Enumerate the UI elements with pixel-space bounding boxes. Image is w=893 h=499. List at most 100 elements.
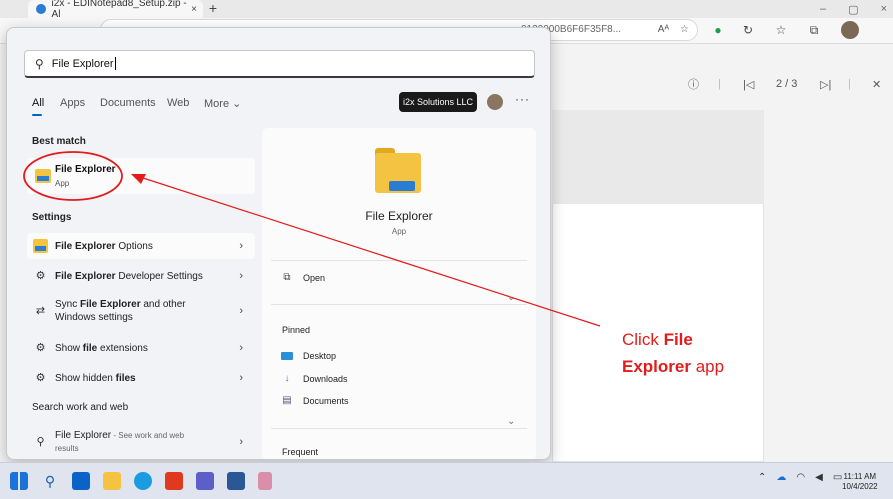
page-indicator: 2 / 3 — [776, 78, 798, 90]
new-tab-button[interactable]: + — [205, 0, 221, 18]
system-tray: ⌃ ☁ ◠ ◀ ▭ — [758, 472, 842, 483]
setting-label-line2: Windows settings — [55, 312, 133, 323]
edge-icon[interactable] — [134, 472, 152, 490]
setting-show-hidden-files[interactable]: ⚙ Show hidden files › — [27, 365, 255, 391]
annotation-callout: Click File Explorer app — [622, 326, 724, 380]
best-match-subtitle: App — [55, 179, 70, 188]
more-options-icon[interactable]: ··· — [515, 92, 530, 106]
display-icon[interactable]: ▭ — [833, 472, 842, 483]
minimize-icon[interactable]: – — [820, 3, 826, 15]
favorites-icon[interactable]: ☆ — [773, 22, 789, 38]
search-input[interactable]: ⚲ File Explorer — [24, 50, 535, 78]
text-caret — [114, 57, 116, 70]
chevron-right-icon: › — [239, 240, 243, 252]
setting-label-rest: Developer Settings — [115, 270, 203, 282]
close-window-icon[interactable]: × — [881, 3, 887, 15]
sliders-icon: ⚙ — [35, 372, 46, 384]
taskbar-file-explorer-icon[interactable] — [103, 472, 121, 490]
taskbar-clock[interactable]: 11:11 AM 10/4/2022 — [842, 472, 878, 492]
expand-chevron-icon[interactable]: ⌄ — [507, 292, 515, 303]
profile-avatar[interactable] — [841, 21, 859, 39]
teams-icon[interactable] — [196, 472, 214, 490]
read-aloud-icon[interactable]: Aᴬ — [658, 20, 669, 40]
last-page-icon[interactable]: ▷| — [820, 78, 831, 91]
pinned-desktop-label: Desktop — [303, 351, 337, 361]
setting-file-explorer-options[interactable]: File Explorer Options › — [27, 233, 255, 259]
chevron-up-icon[interactable]: ⌃ — [758, 472, 766, 483]
web-result-file-explorer[interactable]: ⚲ File Explorer - See work and web result… — [27, 426, 255, 458]
setting-label-bold: File Explorer — [55, 240, 116, 252]
start-menu: ⚲ File Explorer All Apps Documents Web M… — [6, 27, 551, 460]
office-icon[interactable] — [165, 472, 183, 490]
setting-label-rest: Options — [115, 240, 153, 252]
close-pdf-icon[interactable]: ✕ — [872, 78, 881, 91]
settings-heading: Settings — [32, 212, 72, 223]
user-avatar[interactable] — [487, 94, 503, 110]
pinned-downloads-label: Downloads — [303, 374, 348, 384]
frequent-heading: Frequent — [282, 447, 319, 457]
clock-date: 10/4/2022 — [842, 482, 878, 491]
expand-chevron-icon[interactable]: ⌄ — [507, 416, 515, 427]
pdf-divider-2: | — [848, 78, 851, 90]
folder-icon — [35, 169, 51, 183]
pinned-documents[interactable]: ▤ Documents — [281, 396, 349, 407]
search-web-heading: Search work and web — [32, 402, 129, 413]
preview-divider-3 — [271, 428, 527, 429]
outlook-icon[interactable] — [72, 472, 90, 490]
desktop-icon — [281, 352, 293, 360]
setting-label-rest: extensions — [97, 342, 148, 354]
taskbar-search-icon[interactable]: ⚲ — [41, 472, 59, 490]
maximize-icon[interactable]: ▢ — [848, 3, 858, 16]
filter-more[interactable]: More ⌄ — [204, 97, 241, 110]
filter-web[interactable]: Web — [167, 97, 189, 109]
extension-icon[interactable]: ● — [710, 22, 726, 38]
preview-title: File Explorer — [365, 209, 433, 223]
setting-show-file-extensions[interactable]: ⚙ Show file extensions › — [27, 335, 255, 361]
setting-label-bold: files — [115, 372, 136, 384]
open-action[interactable]: ⧉ Open — [281, 272, 326, 284]
tab-close-icon[interactable]: × — [191, 4, 197, 15]
onedrive-icon[interactable]: ☁ — [776, 472, 786, 483]
info-icon[interactable]: ⓘ — [688, 76, 699, 92]
callout-bold-2: Explorer — [622, 357, 691, 376]
filter-documents[interactable]: Documents — [100, 97, 156, 109]
best-match-file-explorer[interactable]: File Explorer App — [27, 158, 255, 194]
preview-divider — [271, 260, 527, 261]
word-icon[interactable] — [227, 472, 245, 490]
callout-prefix: Click — [622, 330, 664, 349]
search-value: File Explorer — [51, 57, 114, 70]
setting-label-pre: Show — [55, 342, 83, 354]
chevron-right-icon: › — [239, 372, 243, 384]
sliders-icon: ⚙ — [35, 342, 46, 354]
volume-icon[interactable]: ◀ — [815, 472, 823, 483]
web-result-title: File Explorer — [55, 430, 112, 441]
favorite-star-icon[interactable]: ☆ — [680, 20, 689, 40]
wifi-icon[interactable]: ◠ — [796, 472, 805, 483]
web-result-suffix: - See work and web — [111, 431, 185, 440]
pinned-downloads[interactable]: ↓ Downloads — [281, 374, 348, 385]
collections-icon[interactable]: ⧉ — [806, 22, 822, 38]
best-match-heading: Best match — [32, 136, 86, 147]
pinned-desktop[interactable]: Desktop — [281, 351, 336, 361]
pinned-heading: Pinned — [282, 325, 311, 335]
app-icon-band — [389, 181, 415, 191]
best-match-title: File Explorer — [55, 164, 116, 175]
setting-sync-file-explorer[interactable]: ⇄ Sync File Explorer and other Windows se… — [27, 294, 255, 328]
start-button-icon[interactable] — [10, 472, 28, 490]
app-icon[interactable] — [258, 472, 272, 490]
setting-label-pre: Show hidden — [55, 372, 116, 384]
first-page-icon[interactable]: |◁ — [743, 78, 754, 91]
preview-type: App — [391, 227, 407, 236]
setting-label-bold: File Explorer — [55, 270, 116, 282]
pdf-toolbar: ⓘ | |◁ 2 / 3 ▷| | ✕ — [552, 70, 893, 98]
tab-title: i2x - EDINotepad8_Setup.zip - Al — [51, 0, 187, 20]
open-external-icon: ⧉ — [283, 272, 291, 283]
org-badge[interactable]: i2x Solutions LLC — [399, 92, 477, 112]
open-label: Open — [303, 273, 326, 283]
pinned-documents-label: Documents — [303, 396, 349, 406]
filter-all[interactable]: All — [32, 97, 44, 109]
filter-apps[interactable]: Apps — [60, 97, 85, 109]
refresh-icon[interactable]: ↻ — [740, 22, 756, 38]
setting-file-explorer-developer[interactable]: ⚙ File Explorer Developer Settings › — [27, 263, 255, 289]
browser-tab[interactable]: i2x - EDINotepad8_Setup.zip - Al × — [28, 0, 203, 20]
